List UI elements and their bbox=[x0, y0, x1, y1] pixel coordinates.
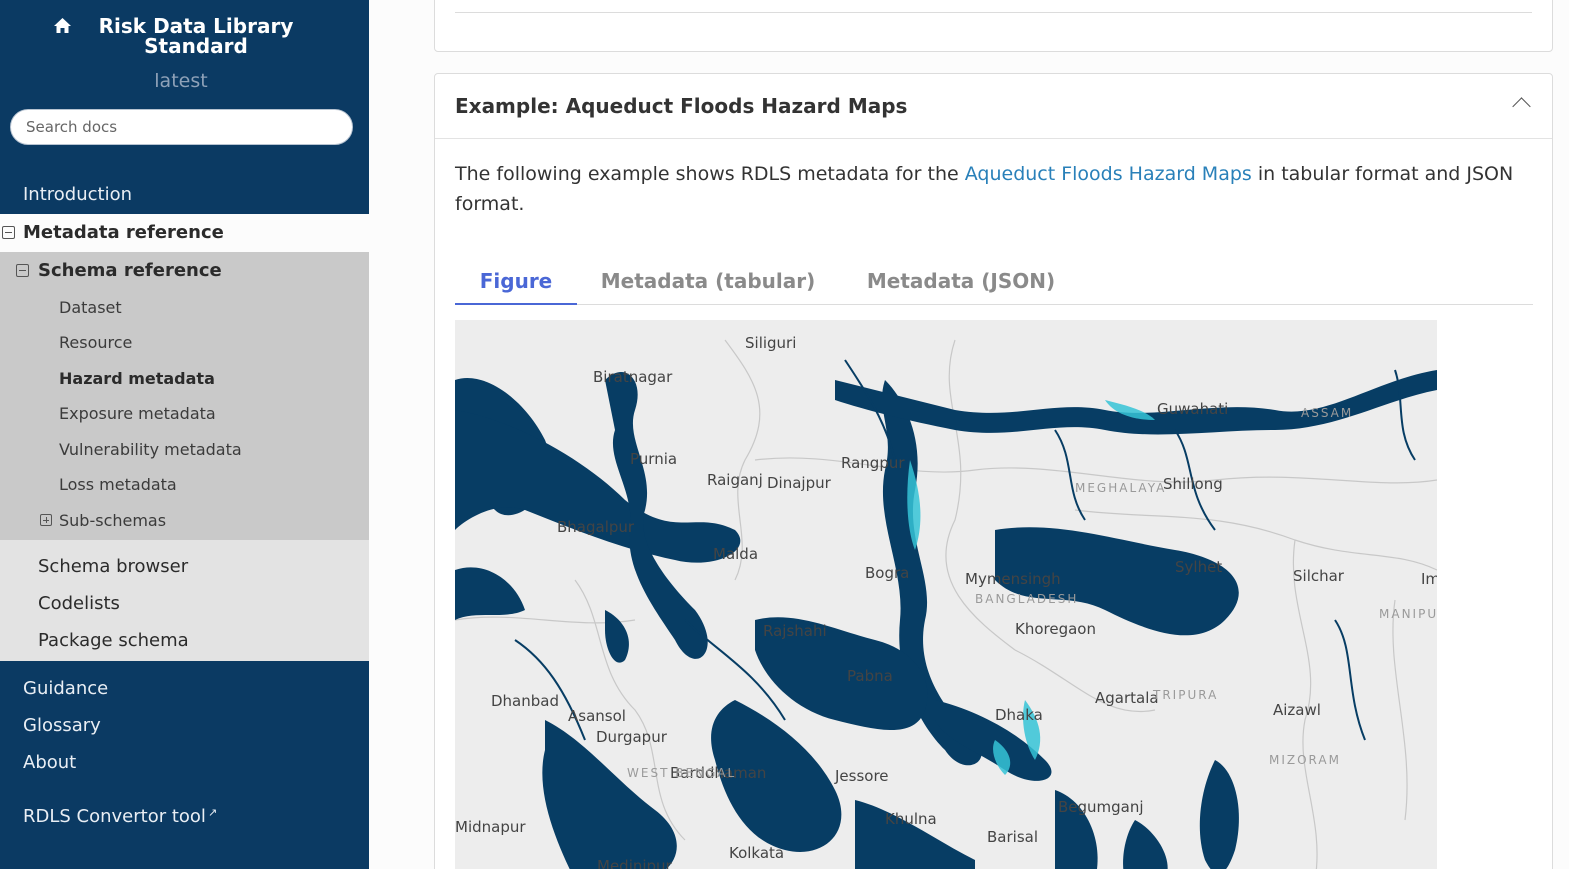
nav-rdls-convertor[interactable]: RDLS Convertor tool ↗ bbox=[0, 795, 369, 831]
map-label: Khulna bbox=[885, 810, 937, 828]
search-input[interactable] bbox=[10, 109, 353, 145]
map-label: Guwahati bbox=[1157, 400, 1229, 418]
map-label: Shillong bbox=[1163, 475, 1223, 493]
nav-exposure-metadata[interactable]: Exposure metadata bbox=[0, 396, 369, 431]
nav-glossary[interactable]: Glossary bbox=[0, 708, 369, 744]
map-region: MANIPUR bbox=[1379, 607, 1437, 621]
nav-label: RDLS Convertor tool bbox=[23, 806, 206, 827]
map-label: Kolkata bbox=[729, 844, 785, 862]
nav-metadata-reference-section: Metadata reference Schema reference Data… bbox=[0, 214, 369, 661]
map-label: Durgapur bbox=[596, 728, 667, 746]
tab-figure[interactable]: Figure bbox=[455, 264, 577, 305]
schema-reference-section: Schema reference Dataset Resource Hazard… bbox=[0, 252, 369, 540]
map-label: Asansol bbox=[568, 707, 626, 725]
map-region: ASSAM bbox=[1301, 406, 1354, 420]
example-title: Example: Aqueduct Floods Hazard Maps bbox=[455, 94, 908, 118]
map-region: MIZORAM bbox=[1269, 753, 1341, 767]
intro-text: The following example shows RDLS metadat… bbox=[455, 163, 965, 185]
example-card-header[interactable]: Example: Aqueduct Floods Hazard Maps bbox=[435, 74, 1552, 139]
nav-label: Schema reference bbox=[38, 260, 222, 281]
map-label: Midnapur bbox=[455, 818, 526, 836]
nav-guidance[interactable]: Guidance bbox=[0, 671, 369, 707]
divider bbox=[455, 12, 1532, 13]
home-icon bbox=[53, 17, 72, 37]
version-label: latest bbox=[154, 70, 208, 92]
chevron-up-icon[interactable] bbox=[1512, 97, 1531, 116]
expand-icon[interactable] bbox=[40, 514, 52, 526]
map-label: Biratnagar bbox=[593, 368, 673, 386]
map-label: Sylhet bbox=[1175, 558, 1223, 576]
nav-resource[interactable]: Resource bbox=[0, 325, 369, 360]
example-card: Example: Aqueduct Floods Hazard Maps The… bbox=[434, 73, 1553, 869]
map-label: Purnia bbox=[630, 450, 678, 468]
nav-codelists[interactable]: Codelists bbox=[0, 585, 369, 622]
nav-dataset[interactable]: Dataset bbox=[0, 290, 369, 325]
map-label: Agartala bbox=[1095, 689, 1159, 707]
example-intro: The following example shows RDLS metadat… bbox=[455, 159, 1530, 219]
map-label: Aizawl bbox=[1273, 701, 1321, 719]
map-label: Rangpur bbox=[841, 454, 905, 472]
nav-sub-schemas[interactable]: Sub-schemas bbox=[0, 503, 369, 538]
map-label: Silchar bbox=[1293, 567, 1344, 585]
nav-about[interactable]: About bbox=[0, 745, 369, 781]
map-label: Siliguri bbox=[745, 334, 797, 352]
external-link-icon: ↗ bbox=[207, 806, 218, 819]
map-label: Pabna bbox=[847, 667, 893, 685]
map-label: Jessore bbox=[835, 767, 889, 785]
brand-title: Risk Data Library Standard bbox=[98, 14, 294, 58]
aqueduct-link[interactable]: Aqueduct Floods Hazard Maps bbox=[965, 163, 1252, 185]
previous-card bbox=[434, 0, 1553, 52]
flood-hazard-map: Siliguri Biratnagar Guwahati Purnia Raig… bbox=[455, 320, 1437, 869]
nav-hazard-metadata[interactable]: Hazard metadata bbox=[0, 361, 369, 396]
map-label: Mymensingh bbox=[965, 570, 1061, 588]
brand-link[interactable]: Risk Data Library Standard bbox=[0, 16, 369, 56]
nav-loss-metadata[interactable]: Loss metadata bbox=[0, 467, 369, 502]
map-region: TRIPURA bbox=[1153, 688, 1219, 702]
reference-links: Schema browser Codelists Package schema bbox=[0, 540, 369, 661]
map-region: WEST BENGAL bbox=[627, 766, 737, 780]
example-tabs: Figure Metadata (tabular) Metadata (JSON… bbox=[455, 264, 1533, 305]
nav-label: Sub-schemas bbox=[59, 511, 167, 530]
map-label: Begumganj bbox=[1058, 798, 1144, 816]
nav-package-schema[interactable]: Package schema bbox=[0, 622, 369, 659]
nav-schema-reference[interactable]: Schema reference bbox=[0, 252, 369, 290]
sidebar: Risk Data Library Standard latest Introd… bbox=[0, 0, 369, 869]
tab-metadata-json[interactable]: Metadata (JSON) bbox=[859, 264, 1063, 305]
map-label: Khoregaon bbox=[1015, 620, 1096, 638]
map-label: Imphal bbox=[1421, 570, 1437, 588]
nav-introduction[interactable]: Introduction bbox=[0, 177, 369, 213]
map-label: Dinajpur bbox=[767, 474, 831, 492]
nav-metadata-reference[interactable]: Metadata reference bbox=[0, 214, 369, 252]
map-label: Barisal bbox=[987, 828, 1038, 846]
collapse-icon[interactable] bbox=[2, 226, 15, 239]
nav-vulnerability-metadata[interactable]: Vulnerability metadata bbox=[0, 432, 369, 467]
map-label: Malda bbox=[713, 545, 759, 563]
nav-schema-browser[interactable]: Schema browser bbox=[0, 548, 369, 585]
map-label: Bogra bbox=[865, 564, 910, 582]
map-label: Rajshahi bbox=[763, 622, 827, 640]
map-label: Dhaka bbox=[995, 706, 1043, 724]
map-region: MEGHALAYA bbox=[1075, 481, 1167, 495]
map-label: Medinipur bbox=[597, 857, 672, 869]
map-label: Raiganj bbox=[707, 471, 763, 489]
flood-map-graphic bbox=[455, 320, 1437, 869]
map-label: Dhanbad bbox=[491, 692, 559, 710]
map-label: Bhagalpur bbox=[557, 518, 635, 536]
collapse-icon[interactable] bbox=[16, 264, 29, 277]
tab-metadata-tabular[interactable]: Metadata (tabular) bbox=[593, 264, 823, 305]
nav-label: Metadata reference bbox=[23, 222, 224, 243]
map-region: BANGLADESH bbox=[975, 592, 1079, 606]
